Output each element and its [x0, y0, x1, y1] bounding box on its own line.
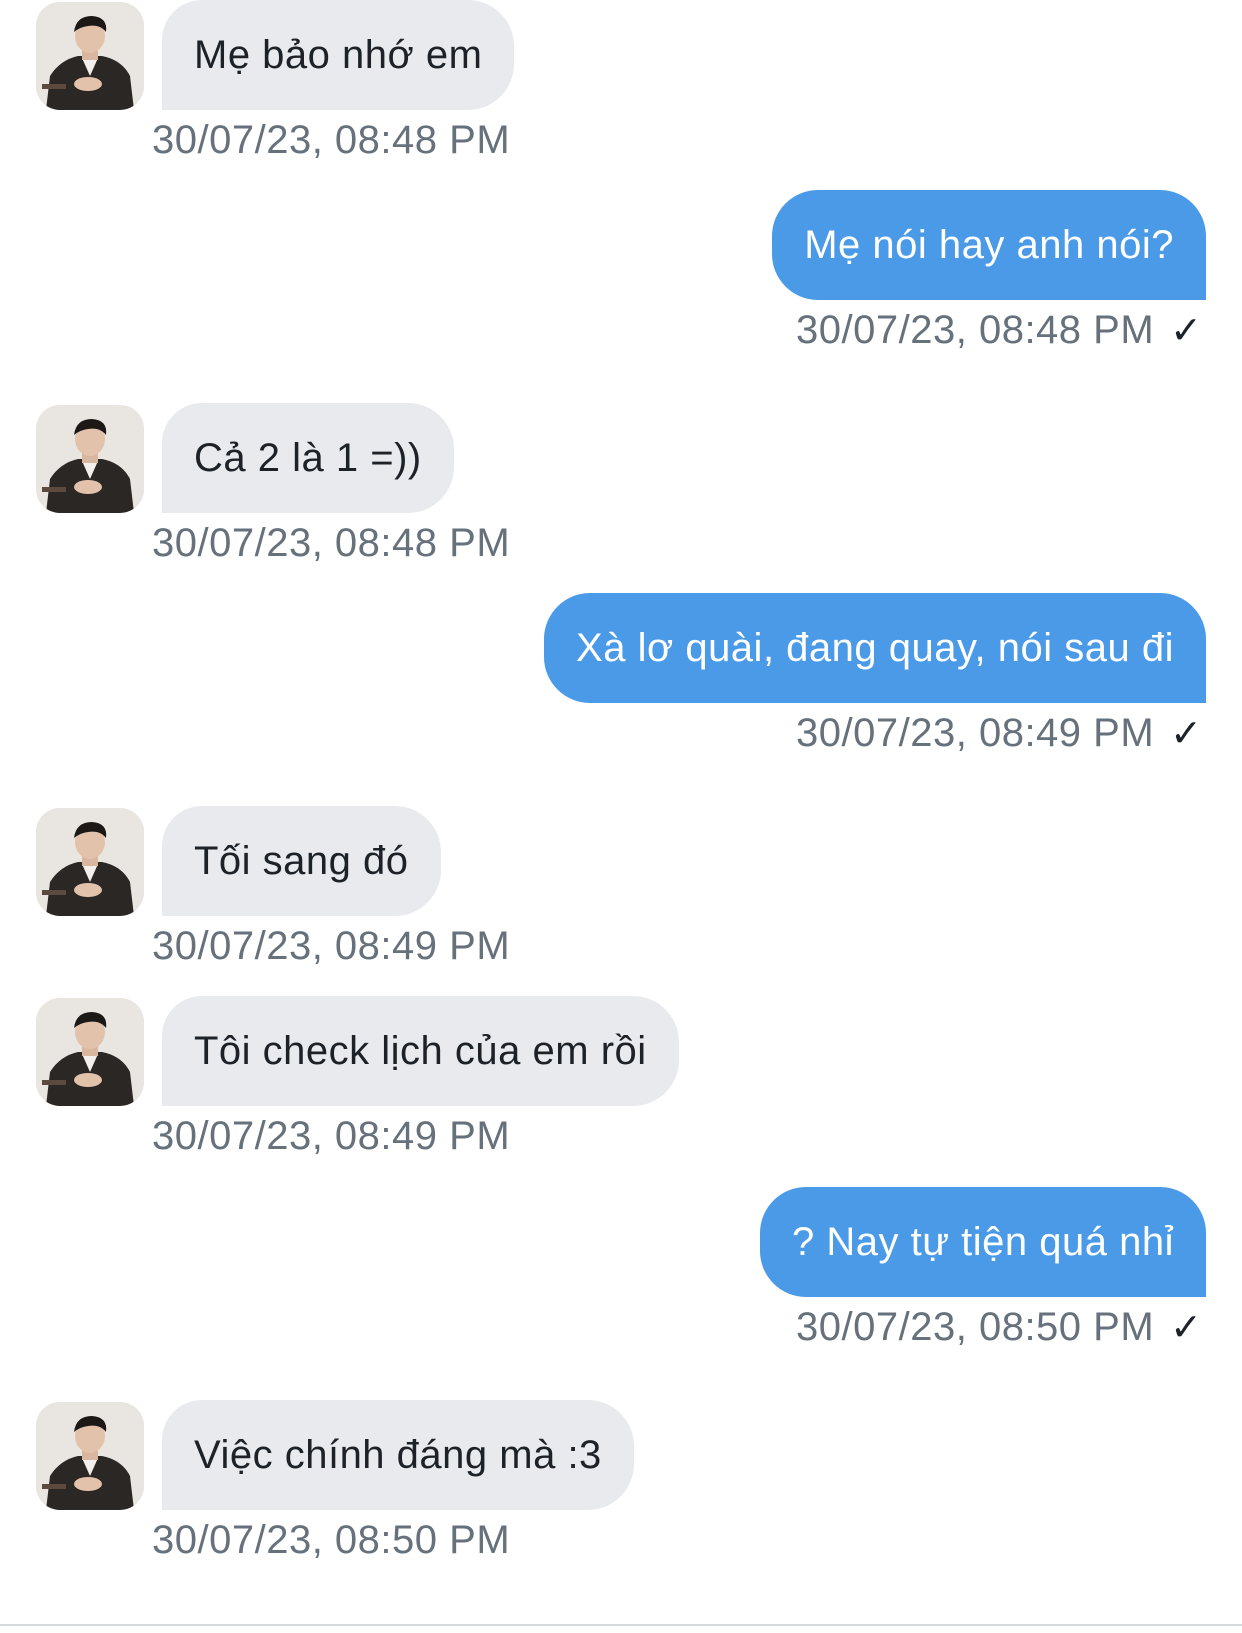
avatar[interactable] — [36, 998, 144, 1106]
timestamp-row: 30/07/23, 08:50 PM ✓ — [796, 1305, 1202, 1350]
outgoing-message-bubble[interactable]: ? Nay tự tiện quá nhỉ — [760, 1187, 1206, 1297]
avatar-photo — [36, 405, 144, 513]
avatar[interactable] — [36, 1402, 144, 1510]
message-timestamp: 30/07/23, 08:48 PM — [152, 118, 511, 162]
message-timestamp: 30/07/23, 08:48 PM — [152, 521, 511, 565]
divider — [0, 1624, 1242, 1626]
message-timestamp: 30/07/23, 08:49 PM — [796, 711, 1155, 755]
message-timestamp: 30/07/23, 08:49 PM — [152, 1114, 511, 1158]
avatar[interactable] — [36, 405, 144, 513]
message-text: Việc chính đáng mà :3 — [194, 1432, 602, 1477]
check-icon: ✓ — [1170, 1306, 1202, 1349]
message-text: Tối sang đó — [194, 838, 409, 883]
incoming-message-bubble[interactable]: Mẹ bảo nhớ em — [162, 0, 515, 110]
message-text: Xà lơ quài, đang quay, nói sau đi — [576, 625, 1174, 670]
timestamp-row: 30/07/23, 08:49 PM ✓ — [796, 711, 1202, 756]
timestamp-row: 30/07/23, 08:48 PM ✓ — [796, 308, 1202, 353]
incoming-message-bubble[interactable]: Cả 2 là 1 =)) — [162, 403, 454, 513]
message-timestamp: 30/07/23, 08:50 PM — [796, 1305, 1155, 1349]
message-text: Mẹ nói hay anh nói? — [804, 222, 1174, 267]
avatar-photo — [36, 808, 144, 916]
message-text: Tôi check lịch của em rồi — [194, 1028, 647, 1073]
avatar-photo — [36, 2, 144, 110]
check-icon: ✓ — [1170, 309, 1202, 352]
incoming-message-bubble[interactable]: Tôi check lịch của em rồi — [162, 996, 679, 1106]
message-timestamp: 30/07/23, 08:50 PM — [152, 1518, 511, 1562]
avatar[interactable] — [36, 2, 144, 110]
message-text: ? Nay tự tiện quá nhỉ — [792, 1219, 1174, 1264]
avatar-photo — [36, 998, 144, 1106]
incoming-message-bubble[interactable]: Tối sang đó — [162, 806, 441, 916]
outgoing-message-bubble[interactable]: Xà lơ quài, đang quay, nói sau đi — [544, 593, 1206, 703]
avatar-photo — [36, 1402, 144, 1510]
message-timestamp: 30/07/23, 08:48 PM — [796, 308, 1155, 352]
check-icon: ✓ — [1170, 712, 1202, 755]
message-text: Cả 2 là 1 =)) — [194, 435, 422, 480]
avatar[interactable] — [36, 808, 144, 916]
message-thread: Mẹ bảo nhớ em 30/07/23, 08:48 PM Mẹ nói … — [0, 0, 1242, 1633]
message-timestamp: 30/07/23, 08:49 PM — [152, 924, 511, 968]
incoming-message-bubble[interactable]: Việc chính đáng mà :3 — [162, 1400, 634, 1510]
message-text: Mẹ bảo nhớ em — [194, 32, 483, 77]
outgoing-message-bubble[interactable]: Mẹ nói hay anh nói? — [772, 190, 1206, 300]
